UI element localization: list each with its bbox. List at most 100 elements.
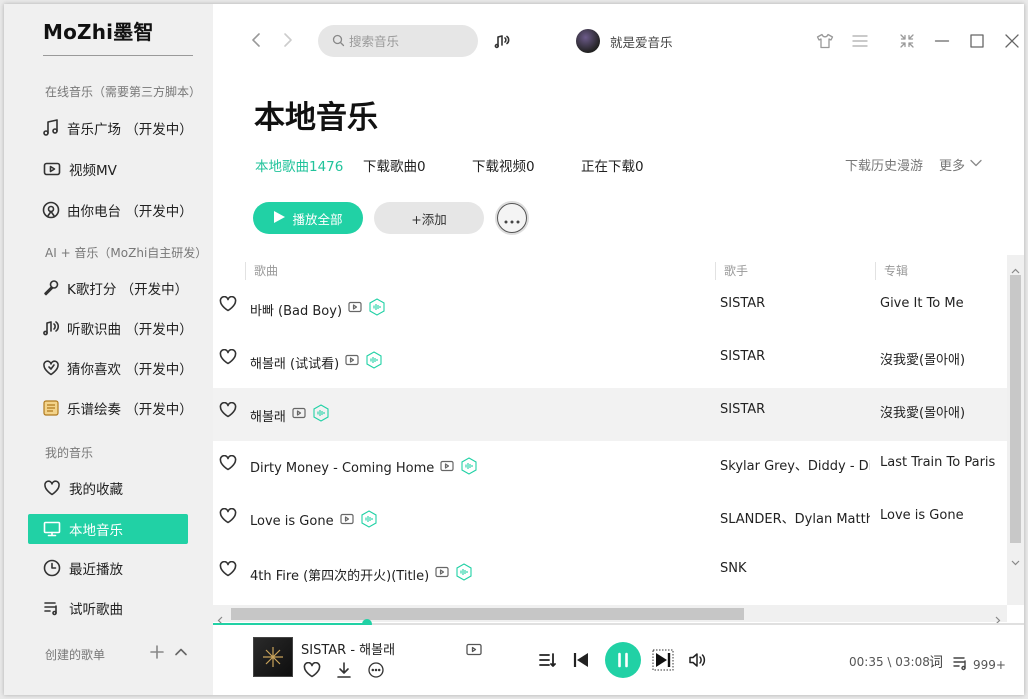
avatar[interactable] [576,29,600,53]
like-heart-icon[interactable] [219,401,237,422]
download-icon[interactable] [335,661,353,683]
sidebar-item-label: K歌打分 （开发中） [67,282,189,298]
sidebar-item-label: 我的收藏 [69,482,123,498]
next-track-icon[interactable] [643,649,683,671]
like-heart-icon[interactable] [219,507,237,528]
artist-cell[interactable]: SNK [720,561,870,576]
heart-icon [42,478,62,498]
brand-divider [43,55,193,56]
menu-icon[interactable] [842,31,877,51]
sidebar-item-score-play[interactable]: 乐谱绘奏 （开发中） [28,393,193,423]
playback-time: 00:35 \ 03:08 [849,655,930,669]
sidebar-item-radio[interactable]: 由你电台 （开发中） [28,195,193,225]
minimize-icon[interactable] [924,31,959,51]
table-row[interactable]: Dirty Money - Coming Home Skylar Grey、Di… [213,441,1007,494]
sidebar-item-local-music[interactable]: 本地音乐 [28,514,188,544]
mv-icon[interactable] [339,513,354,529]
sidebar-item-video-mv[interactable]: 视频MV [28,154,188,184]
album-cell[interactable]: 沒我愛(몰아애) [880,349,1005,368]
mv-icon[interactable] [292,407,306,423]
playlist-order-icon[interactable] [535,651,559,669]
pause-button[interactable] [603,642,643,678]
sidebar-item-guess-you-like[interactable]: 猜你喜欢 （开发中） [28,353,193,383]
column-header-artist[interactable]: 歌手 [715,262,748,280]
mini-mode-icon[interactable] [889,31,924,51]
voice-search-icon[interactable] [494,33,510,53]
column-header-song[interactable]: 歌曲 [245,262,278,280]
table-row[interactable]: 해볼래 (试试看) SISTAR 沒我愛(몰아애) [213,335,1007,388]
play-queue-button[interactable]: 999+ [953,655,1006,674]
maximize-icon[interactable] [959,31,994,51]
more-options-button[interactable] [497,203,527,233]
add-button[interactable]: +添加 [374,202,484,234]
tab-downloading[interactable]: 正在下载0 [581,155,644,175]
album-cell[interactable]: Love is Gone [880,508,1005,523]
scroll-down-icon[interactable] [1011,551,1020,570]
vertical-scrollbar[interactable] [1007,255,1024,605]
sidebar-item-label: 本地音乐 [69,523,123,539]
album-cell[interactable]: 沒我愛(몰아애) [880,402,1005,421]
like-heart-icon[interactable] [219,348,237,369]
sidebar-item-label: 猜你喜欢 （开发中） [67,362,193,378]
mv-icon[interactable] [348,301,362,317]
section-online-music: 在线音乐（需要第三方脚本） [45,85,202,99]
horizontal-scrollbar[interactable] [213,605,1007,625]
mv-icon[interactable] [440,460,454,476]
album-cell[interactable]: Last Train To Paris [880,455,1005,470]
song-cell: 해볼래 (试试看) [250,351,383,373]
artist-cell[interactable]: SISTAR [720,349,870,364]
close-icon[interactable] [994,31,1024,51]
search-input[interactable] [349,33,469,49]
volume-icon[interactable] [683,651,711,669]
download-history-link[interactable]: 下载历史漫游 [845,155,923,174]
add-playlist-icon[interactable] [150,644,164,663]
play-all-button[interactable]: 播放全部 [253,202,363,234]
artist-cell[interactable]: SISTAR [720,296,870,311]
artist-cell[interactable]: Skylar Grey、Diddy - Dirty Money [720,455,870,474]
vertical-scroll-thumb[interactable] [1010,275,1021,543]
chevron-up-icon[interactable] [174,644,188,663]
mv-icon[interactable] [466,641,482,660]
sidebar-item-song-recognition[interactable]: 听歌识曲 （开发中） [28,313,193,343]
mv-icon[interactable] [345,354,359,370]
like-heart-icon[interactable] [219,560,237,581]
sidebar-item-favorites[interactable]: 我的收藏 [28,473,188,503]
table-row[interactable]: Love is Gone SLANDER、Dylan Matthew Love … [213,494,1007,547]
table-row[interactable]: 해볼래 SISTAR 沒我愛(몰아애) [213,388,1007,441]
like-heart-icon[interactable] [303,661,321,682]
sidebar-item-recent-play[interactable]: 最近播放 [28,553,188,583]
like-heart-icon[interactable] [219,295,237,316]
horizontal-scroll-thumb[interactable] [231,608,744,620]
tab-downloaded-songs[interactable]: 下载歌曲0 [363,155,426,175]
search-box[interactable] [318,25,478,57]
window-controls [807,31,1024,51]
table-row[interactable]: 4th Fire (第四次的开火)(Title) SNK [213,547,1007,600]
hq-audio-icon [460,457,478,479]
heart-icon [42,358,60,378]
sidebar-item-music-square[interactable]: 音乐广场 （开发中） [28,113,193,143]
skin-icon[interactable] [807,31,842,51]
brand-logo: MoZhi墨智 [43,20,154,44]
column-header-album[interactable]: 专辑 [875,262,908,280]
username[interactable]: 就是爱音乐 [610,32,673,51]
artist-cell[interactable]: SLANDER、Dylan Matthew [720,508,870,527]
now-playing-title[interactable]: SISTAR - 해볼래 [301,639,395,658]
album-cell[interactable]: Give It To Me [880,296,1005,311]
user-profile[interactable]: 就是爱音乐 [576,29,673,53]
mv-icon[interactable] [435,566,449,582]
lyrics-toggle[interactable]: 词 [929,652,943,672]
tab-local-songs[interactable]: 本地歌曲1476 [255,155,343,175]
tab-downloaded-videos[interactable]: 下载视频0 [472,155,535,175]
sidebar-item-trial-songs[interactable]: 试听歌曲 [28,593,188,623]
sidebar-item-karaoke[interactable]: K歌打分 （开发中） [28,273,188,303]
table-row[interactable]: 바빠 (Bad Boy) SISTAR Give It To Me [213,282,1007,335]
back-arrow-icon[interactable] [249,32,263,52]
album-cover[interactable] [253,637,293,677]
playback-controls [535,642,711,678]
forward-arrow-icon[interactable] [281,32,295,52]
artist-cell[interactable]: SISTAR [720,402,870,417]
previous-track-icon[interactable] [559,651,603,669]
comment-icon[interactable] [367,661,385,683]
like-heart-icon[interactable] [219,454,237,475]
more-dropdown[interactable]: 更多 [939,155,983,174]
